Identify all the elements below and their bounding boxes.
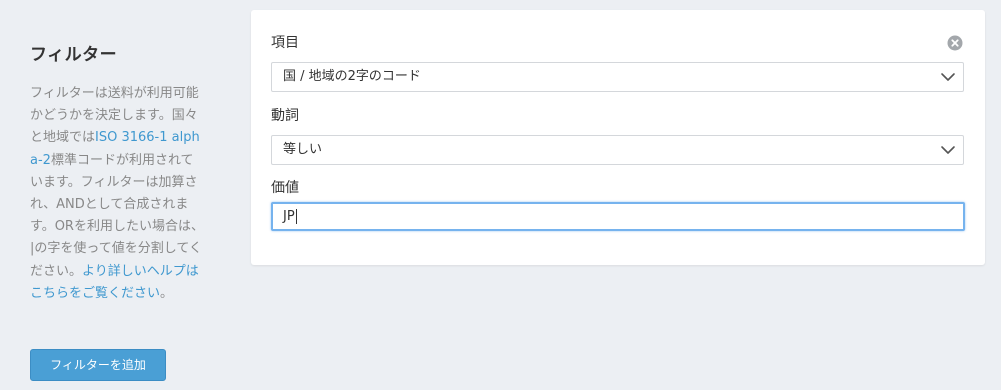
filter-sidebar: フィルター フィルターは送料が利用可能かどうかを決定します。国々と地域ではISO…: [30, 40, 210, 305]
value-input-text: JP: [283, 209, 295, 224]
text-caret: [295, 209, 297, 224]
field-select[interactable]: 国 / 地域の2字のコード: [271, 62, 964, 92]
add-filter-button[interactable]: フィルターを追加: [30, 349, 166, 381]
description-text-2: 標準コードが利用されています。フィルターは加算され、ANDとして合成されます。O…: [30, 152, 204, 279]
sidebar-title: フィルター: [30, 45, 118, 65]
field-label: 項目: [271, 35, 299, 51]
filter-card: 項目 国 / 地域の2字のコード 動詞 等しい 価値 JP: [251, 10, 985, 265]
operator-select-value: 等しい: [283, 142, 323, 157]
sidebar-description: フィルターは送料が利用可能かどうかを決定します。国々と地域ではISO 3166-…: [30, 83, 206, 305]
description-text-3: 。: [160, 285, 174, 301]
value-label: 価値: [271, 180, 299, 196]
value-input[interactable]: JP: [271, 202, 965, 231]
close-circle-icon[interactable]: [947, 35, 963, 51]
chevron-down-icon: [939, 141, 957, 159]
operator-select[interactable]: 等しい: [271, 135, 964, 165]
operator-label: 動詞: [271, 108, 299, 124]
field-select-value: 国 / 地域の2字のコード: [283, 69, 421, 84]
chevron-down-icon: [939, 68, 957, 86]
